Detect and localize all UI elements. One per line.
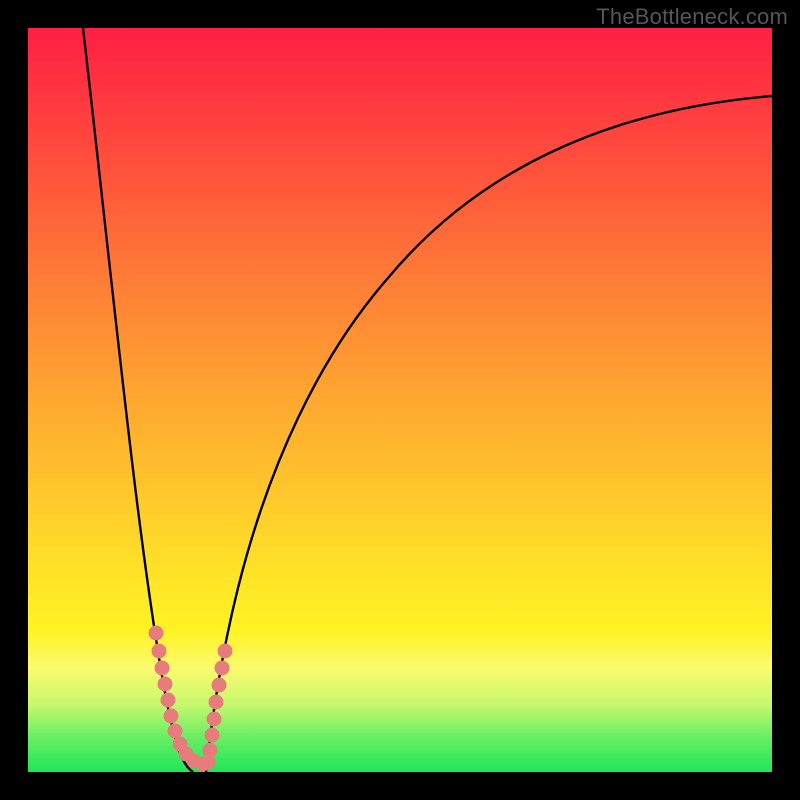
chart-frame: TheBottleneck.com [0, 0, 800, 800]
data-marker [164, 709, 178, 723]
data-marker [155, 661, 169, 675]
data-marker [201, 755, 215, 769]
marker-group [149, 626, 232, 771]
right-curve [206, 96, 772, 772]
data-marker [215, 661, 229, 675]
data-marker [207, 712, 221, 726]
watermark-label: TheBottleneck.com [596, 4, 788, 30]
data-marker [152, 644, 166, 658]
data-marker [205, 728, 219, 742]
data-marker [168, 724, 182, 738]
data-marker [212, 678, 226, 692]
curve-layer [28, 28, 772, 772]
data-marker [158, 677, 172, 691]
plot-area [28, 28, 772, 772]
data-marker [209, 695, 223, 709]
data-marker [161, 693, 175, 707]
data-marker [149, 626, 163, 640]
data-marker [218, 644, 232, 658]
left-curve [83, 28, 193, 772]
